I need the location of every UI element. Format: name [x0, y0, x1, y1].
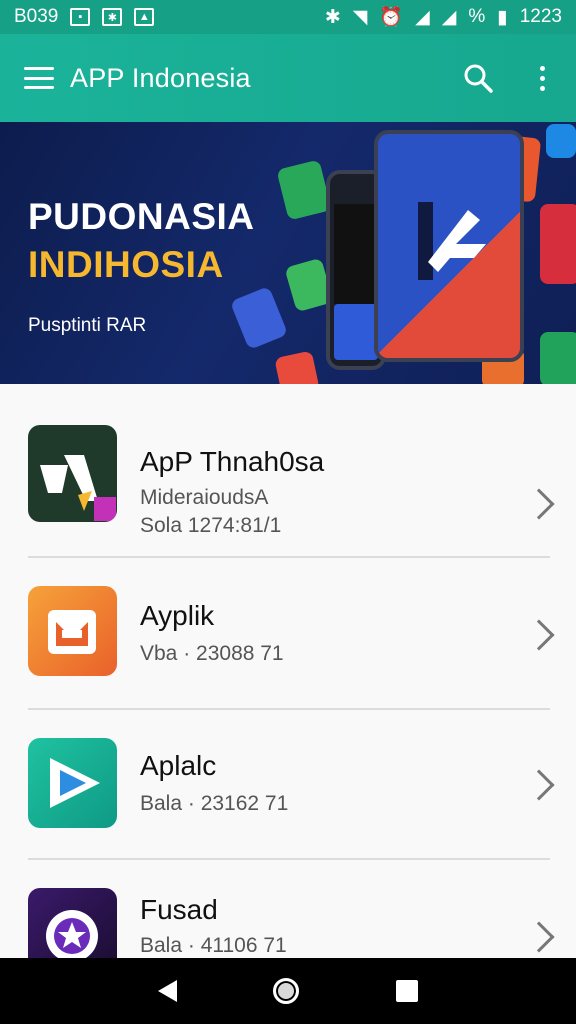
- floating-app-tile-icon: [540, 332, 576, 384]
- status-clock-left: B039: [14, 6, 59, 27]
- chevron-right-icon: [523, 921, 555, 953]
- list-divider: [28, 556, 550, 558]
- notification-icon: ▪: [70, 8, 91, 26]
- app-subtitle: MideraioudsA: [140, 486, 269, 509]
- app-title: Ayplik: [140, 600, 215, 631]
- app-bar: APP Indonesia: [0, 34, 576, 122]
- menu-icon[interactable]: [24, 67, 54, 89]
- app-subtitle: Bala · 41106 71: [140, 934, 287, 957]
- play-arrow-icon: [28, 738, 117, 828]
- bluetooth-icon: ✱: [324, 6, 341, 28]
- wifi-icon: ◥: [352, 6, 368, 28]
- chevron-right-icon: [523, 488, 555, 520]
- list-item[interactable]: Fusad Bala · 41106 71: [0, 862, 576, 958]
- notification-a-icon: ▲: [134, 8, 155, 26]
- recents-icon[interactable]: [395, 980, 418, 1002]
- app-title: Aplalc: [140, 750, 217, 781]
- back-icon[interactable]: [158, 980, 178, 1002]
- battery-percent-label: %: [468, 6, 486, 27]
- notification-app-icon: ✱: [102, 8, 123, 26]
- app-subtitle-2: Sola 1274:81/1: [140, 514, 282, 537]
- signal-icon: ◢: [415, 6, 430, 28]
- floating-app-tile-icon: [546, 124, 576, 158]
- mail-box-icon: [28, 586, 117, 676]
- app-title: Fusad: [140, 894, 218, 925]
- search-icon[interactable]: [458, 58, 498, 98]
- home-icon[interactable]: [273, 978, 300, 1004]
- app-subtitle: Vba · 23088 71: [140, 642, 284, 665]
- alarm-icon: ⏰: [379, 7, 404, 28]
- promo-banner[interactable]: PUDONASIA INDIHOSIA Pusptinti RAR: [0, 122, 576, 384]
- list-item[interactable]: Ayplik Vba · 23088 71: [0, 564, 576, 714]
- app-title: ApP Thnah0sa: [140, 446, 325, 477]
- floating-app-tile-icon: [229, 286, 289, 350]
- app-bar-title: APP Indonesia: [70, 62, 251, 93]
- app-list: ApP Thnah0sa MideraioudsA Sola 1274:81/1…: [0, 384, 576, 958]
- overflow-menu-icon[interactable]: [532, 58, 552, 98]
- chevron-right-icon: [523, 769, 555, 801]
- status-time: 1223: [519, 6, 562, 27]
- phone-illustration-front: [374, 130, 524, 362]
- app-subtitle: Bala · 23162 71: [140, 792, 289, 815]
- battery-icon: ▮: [497, 6, 508, 28]
- chevron-right-icon: [523, 619, 555, 651]
- app-logo-a-icon: [28, 425, 117, 522]
- system-nav-bar: [0, 958, 576, 1024]
- signal-icon-2: ◢: [441, 6, 457, 28]
- list-divider: [28, 708, 550, 710]
- banner-headline-2: INDIHOSIA: [28, 244, 224, 285]
- floating-app-tile-icon: [540, 204, 576, 284]
- floating-app-tile-icon: [274, 350, 320, 384]
- banner-subtitle: Pusptinti RAR: [28, 315, 147, 336]
- list-item[interactable]: ApP Thnah0sa MideraioudsA Sola 1274:81/1: [0, 404, 576, 554]
- status-bar: B039 ▪ ✱ ▲ ✱ ◥ ⏰ ◢ ◢ % ▮ 1223: [0, 0, 576, 34]
- floating-app-tile-icon: [276, 159, 332, 221]
- star-badge-icon: [28, 888, 117, 958]
- list-item[interactable]: Aplalc Bala · 23162 71: [0, 714, 576, 864]
- banner-headline: PUDONASIA: [28, 196, 255, 237]
- list-divider: [28, 858, 550, 860]
